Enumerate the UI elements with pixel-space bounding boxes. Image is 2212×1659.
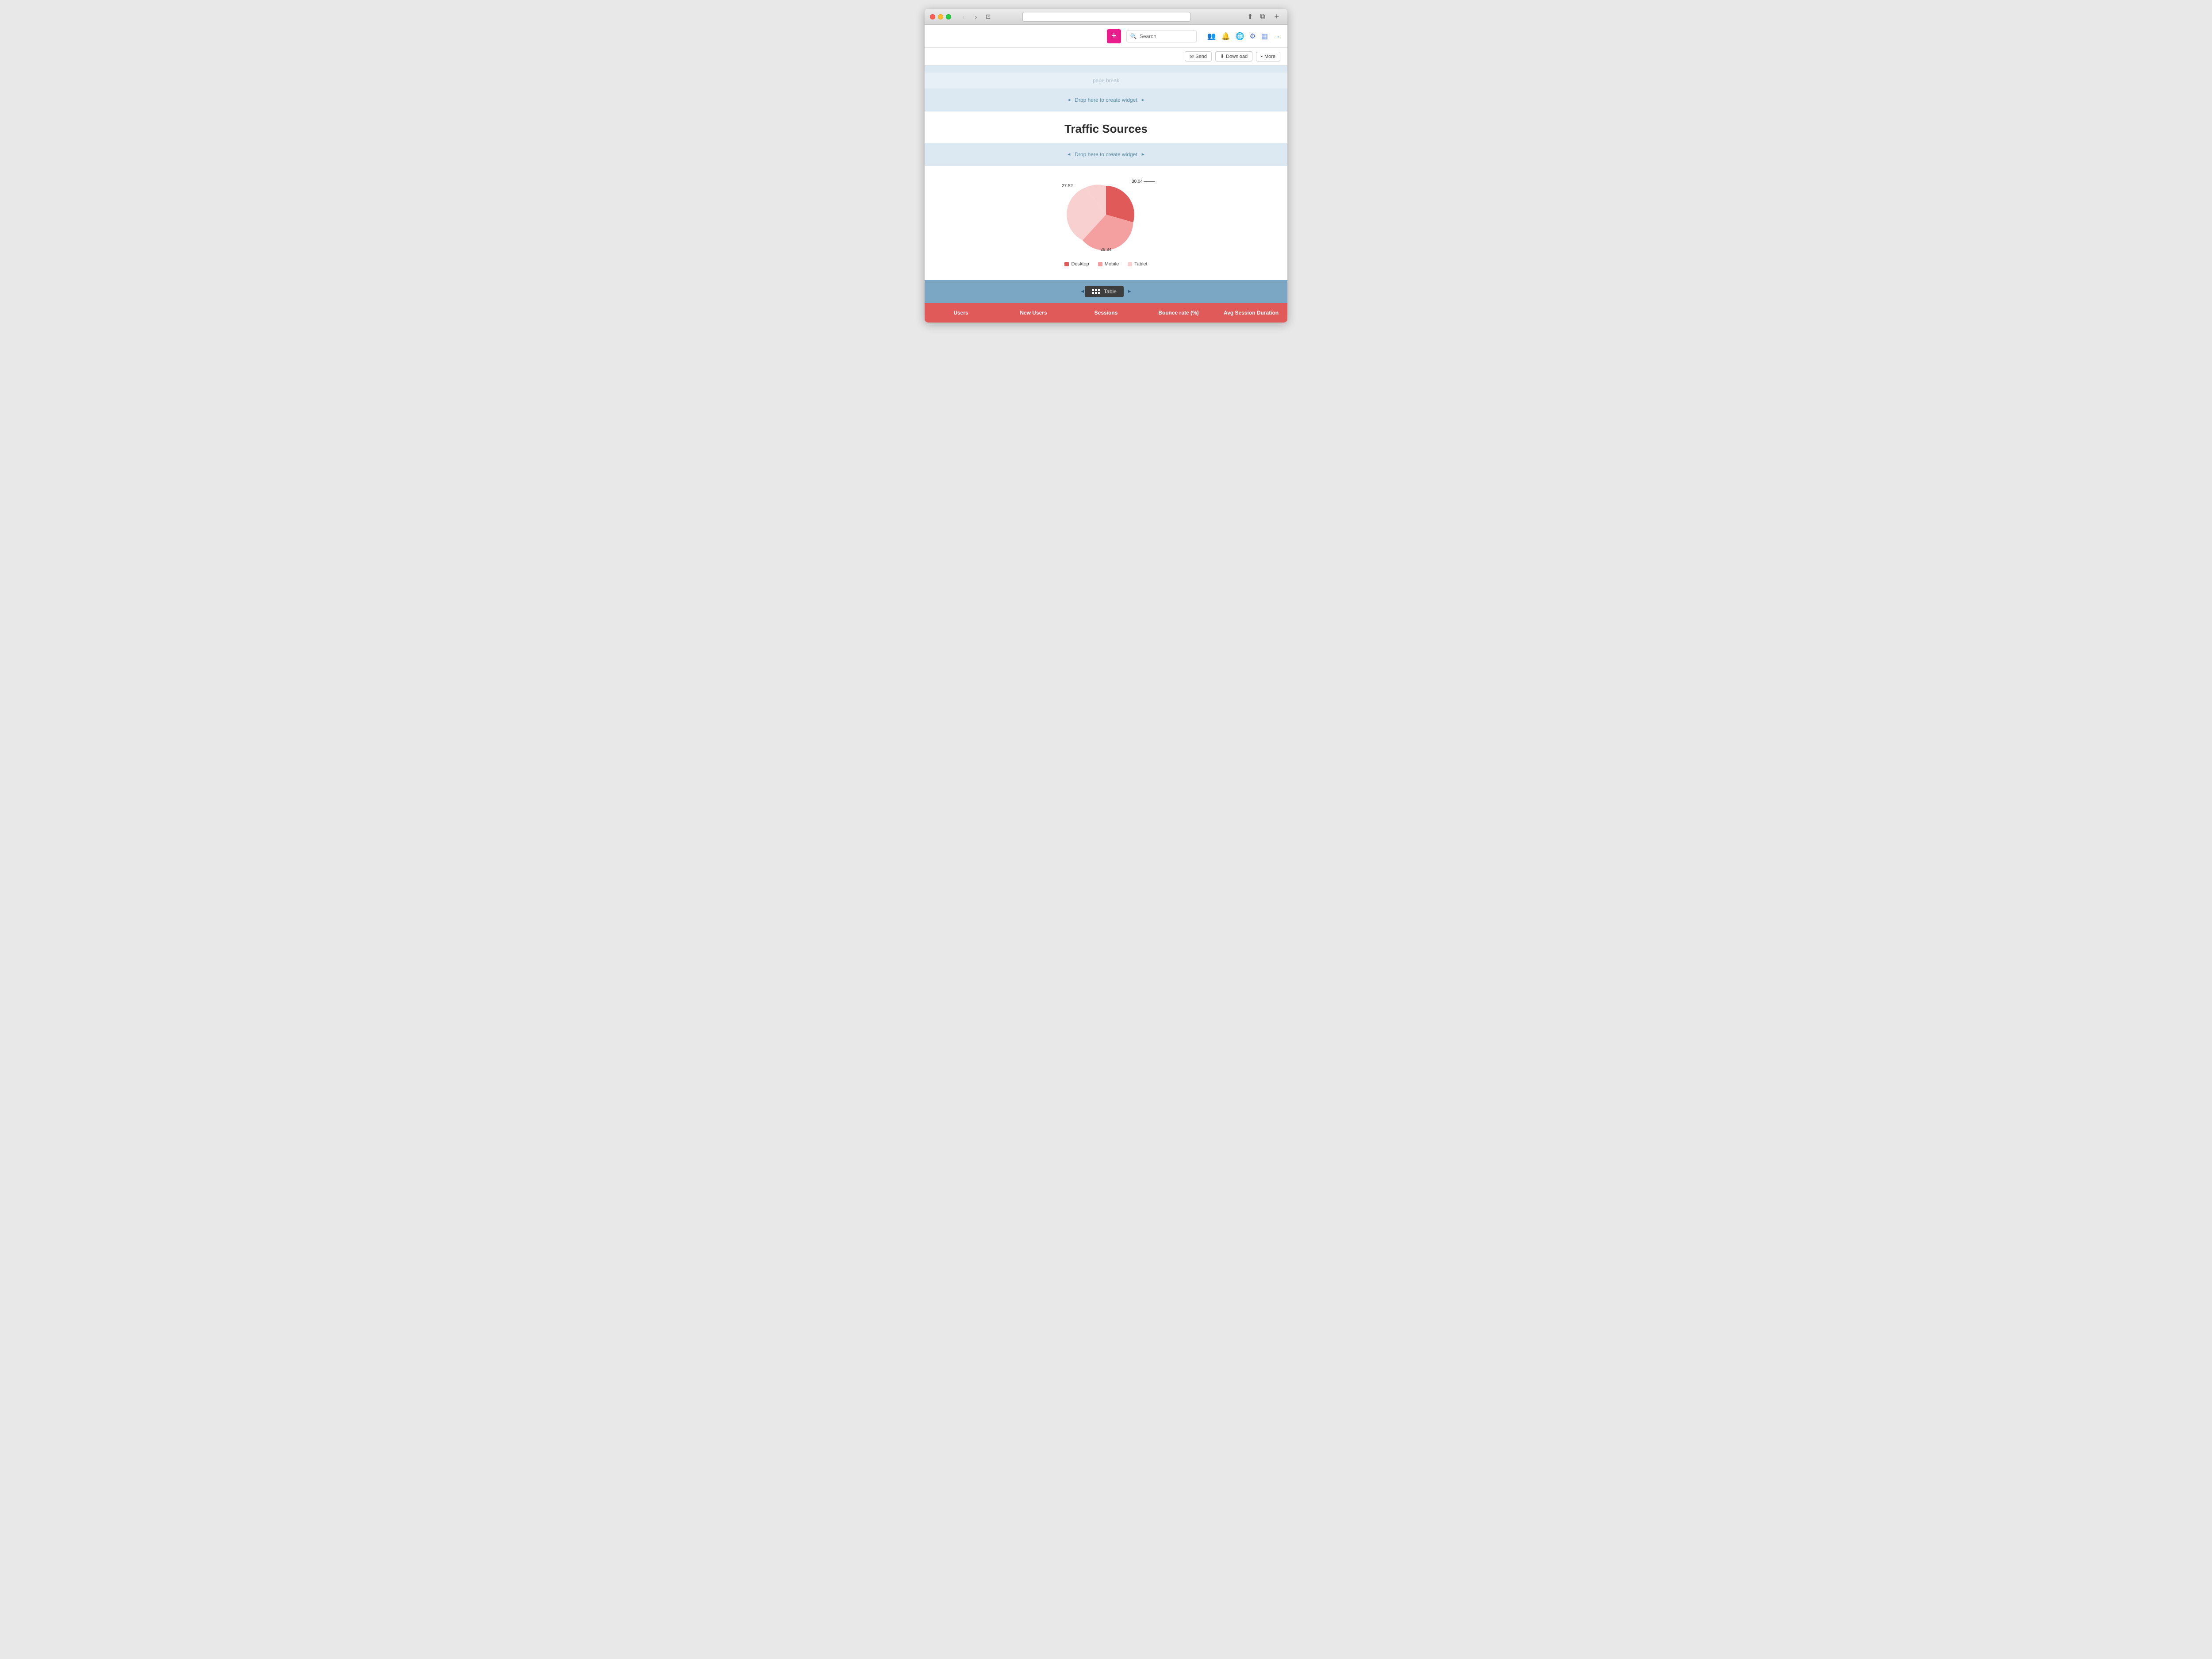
add-widget-button[interactable]: + — [1107, 29, 1121, 43]
chart-label-tablet: 27.52 — [1062, 184, 1073, 188]
drop-zone-1-label: Drop here to create widget — [1075, 97, 1137, 103]
main-content: page break ◄ Drop here to create widget … — [925, 65, 1287, 323]
title-bar-actions: ⬆ ⧉ — [1245, 12, 1268, 22]
legend-label-tablet: Tablet — [1134, 261, 1147, 267]
legend-desktop: Desktop — [1064, 261, 1089, 267]
pie-chart: 27.52 30.04 29.84 — [1062, 175, 1150, 254]
section-title: Traffic Sources — [925, 111, 1287, 143]
drop-zone-2-label: Drop here to create widget — [1075, 151, 1137, 157]
globe-icon[interactable]: 🌐 — [1236, 32, 1244, 41]
download-label: Download — [1226, 54, 1248, 59]
gear-icon[interactable]: ⚙ — [1250, 32, 1256, 41]
signout-icon[interactable]: → — [1273, 32, 1280, 40]
forward-button[interactable]: › — [971, 12, 981, 22]
legend-label-mobile: Mobile — [1105, 261, 1119, 267]
title-bar: ‹ › ⊡ ⬆ ⧉ + — [925, 9, 1287, 25]
browser-window: ‹ › ⊡ ⬆ ⧉ + + 🔍 👥 🔔 🌐 ⚙ ▦ → ✉ Send — [925, 9, 1287, 323]
maximize-button[interactable] — [946, 14, 951, 19]
drop-zone-1[interactable]: ◄ Drop here to create widget ► — [925, 88, 1287, 111]
url-bar[interactable] — [1022, 12, 1190, 22]
drop-arrow-left-2: ◄ — [1067, 152, 1071, 157]
grid-cell — [1092, 289, 1094, 291]
legend-tablet: Tablet — [1128, 261, 1147, 267]
grid-cell — [1095, 289, 1097, 291]
legend-label-desktop: Desktop — [1071, 261, 1089, 267]
col-users: Users — [925, 310, 997, 316]
chart-label-desktop-value: 30.04 — [1132, 179, 1143, 184]
grid-icon[interactable]: ▦ — [1261, 32, 1268, 41]
share-button[interactable]: ⬆ — [1245, 12, 1256, 22]
col-sessions: Sessions — [1070, 310, 1142, 316]
minimize-button[interactable] — [938, 14, 943, 19]
grid-cell — [1095, 292, 1097, 294]
new-tab-button[interactable]: + — [1271, 12, 1282, 22]
drop-zone-2[interactable]: ◄ Drop here to create widget ► — [925, 143, 1287, 166]
legend-dot-desktop — [1064, 262, 1069, 266]
bell-icon[interactable]: 🔔 — [1221, 32, 1230, 41]
close-button[interactable] — [930, 14, 935, 19]
pie-chart-svg — [1062, 175, 1150, 254]
send-label: Send — [1195, 54, 1207, 59]
download-icon: ⬇ — [1220, 54, 1224, 59]
chart-legend: Desktop Mobile Tablet — [1064, 261, 1147, 267]
table-widget-indicator: Table — [1085, 286, 1124, 297]
chart-label-mobile: 29.84 — [1100, 247, 1111, 252]
page-break-label: page break — [925, 73, 1287, 88]
drop-arrow-right-table: ► — [1127, 289, 1132, 294]
fullscreen-button[interactable]: ⧉ — [1257, 12, 1268, 22]
download-button[interactable]: ⬇ Download — [1215, 51, 1252, 61]
tab-view-button[interactable]: ⊡ — [983, 12, 993, 22]
legend-dot-mobile — [1098, 262, 1102, 266]
send-icon: ✉ — [1190, 54, 1194, 59]
grid-cell — [1098, 289, 1100, 291]
toolbar-icons: 👥 🔔 🌐 ⚙ ▦ → — [1207, 32, 1280, 41]
action-bar: ✉ Send ⬇ Download • More — [925, 48, 1287, 65]
grid-cell — [1098, 292, 1100, 294]
drop-arrow-left-1: ◄ — [1067, 98, 1071, 103]
search-box: 🔍 — [1126, 30, 1197, 42]
page-break-text: page break — [1093, 77, 1119, 84]
table-label: Table — [1104, 288, 1117, 295]
data-table-header: Users New Users Sessions Bounce rate (%)… — [925, 303, 1287, 323]
drop-zone-table[interactable]: ◄ Table ► — [925, 280, 1287, 303]
drop-arrow-right-2: ► — [1141, 152, 1145, 157]
col-bounce-rate: Bounce rate (%) — [1142, 310, 1215, 316]
drop-arrow-right-1: ► — [1141, 98, 1145, 103]
page-break-bar — [925, 65, 1287, 73]
traffic-lights — [930, 14, 951, 19]
legend-dot-tablet — [1128, 262, 1132, 266]
back-button[interactable]: ‹ — [958, 12, 969, 22]
chart-area: 27.52 30.04 29.84 Desktop Mobile — [925, 166, 1287, 280]
users-icon[interactable]: 👥 — [1207, 32, 1216, 41]
grid-cell — [1092, 292, 1094, 294]
col-avg-session: Avg Session Duration — [1215, 310, 1287, 316]
app-toolbar: + 🔍 👥 🔔 🌐 ⚙ ▦ → — [925, 25, 1287, 48]
search-icon: 🔍 — [1130, 33, 1137, 39]
chart-label-desktop: 30.04 — [1132, 179, 1155, 184]
legend-mobile: Mobile — [1098, 261, 1119, 267]
more-button[interactable]: • More — [1256, 52, 1280, 61]
nav-buttons: ‹ › ⊡ — [958, 12, 993, 22]
more-icon: • — [1261, 54, 1263, 59]
send-button[interactable]: ✉ Send — [1185, 51, 1212, 61]
table-grid-icon — [1092, 289, 1100, 294]
drop-arrow-left-table: ◄ — [1080, 289, 1085, 294]
search-input[interactable] — [1140, 33, 1193, 39]
more-label: More — [1264, 54, 1275, 59]
col-new-users: New Users — [997, 310, 1070, 316]
